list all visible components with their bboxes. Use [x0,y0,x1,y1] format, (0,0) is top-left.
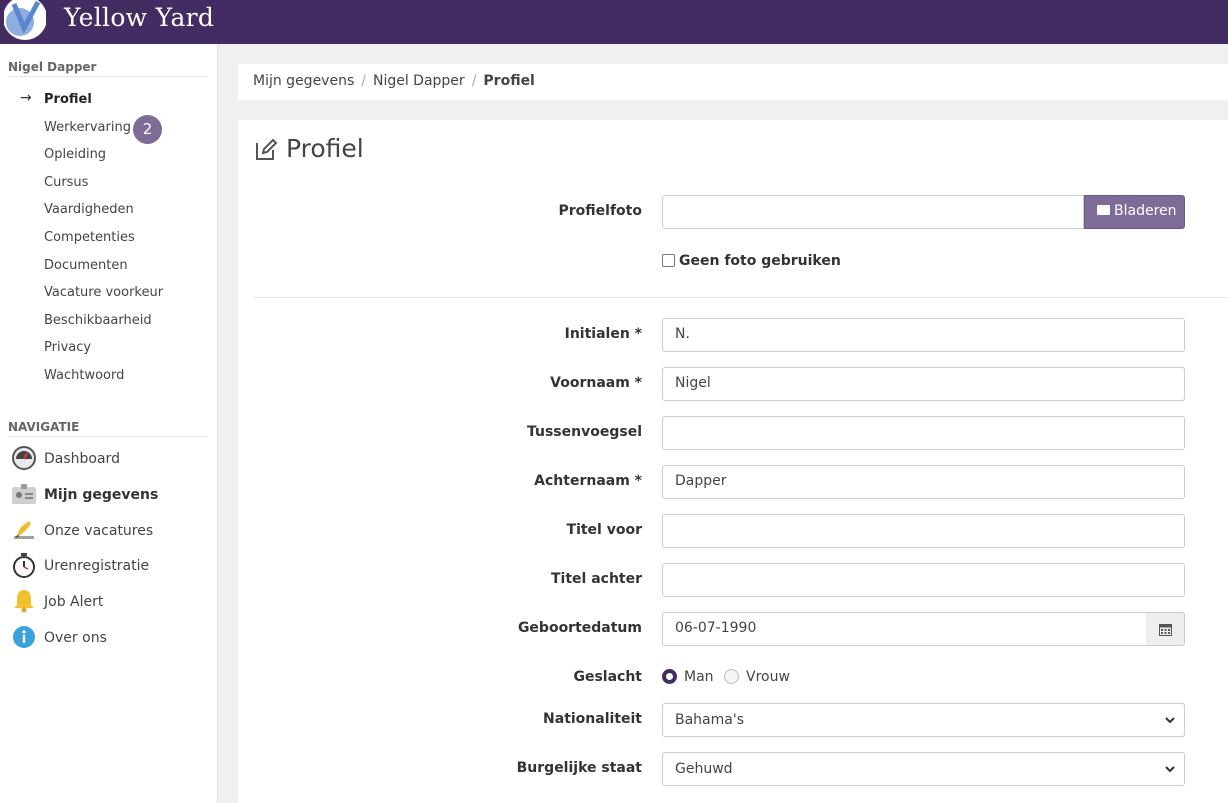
breadcrumb-nigel-dapper[interactable]: Nigel Dapper [373,73,465,89]
sidebar-item-competenties[interactable]: Competenties [44,230,135,245]
profile-photo-label: Profielfoto [558,203,642,219]
folder-icon [1097,205,1110,215]
gender-radio-man[interactable] [662,669,677,684]
calendar-button[interactable] [1146,612,1185,646]
sidebar-item-profiel[interactable]: Profiel [44,92,92,107]
nationality-select[interactable]: Bahama's [662,703,1185,737]
title-after-input[interactable] [662,563,1185,597]
sidebar-item-documenten[interactable]: Documenten [44,258,128,273]
nav-item-over-ons[interactable]: Over ons [44,630,107,646]
breadcrumb: Mijn gegevens / Nigel Dapper / Profiel [238,64,1228,100]
initials-label: Initialen * [564,326,642,342]
title-before-label: Titel voor [566,522,642,538]
nav-item-urenregistratie[interactable]: Urenregistratie [44,558,149,574]
no-photo-label: Geen foto gebruiken [679,253,841,269]
marital-status-label: Burgelijke staat [516,760,642,776]
sidebar-item-wachtwoord[interactable]: Wachtwoord [44,368,124,383]
gender-option-vrouw: Vrouw [746,669,790,685]
birth-date-label: Geboortedatum [517,620,642,636]
sidebar-item-privacy[interactable]: Privacy [44,340,91,355]
sidebar: Nigel Dapper → Profiel Werkervaring 2 Op… [0,44,218,803]
page-title: Profiel [286,134,364,163]
sidebar-item-opleiding[interactable]: Opleiding [44,147,106,162]
infix-input[interactable] [662,416,1185,450]
gender-option-man: Man [684,669,714,685]
browse-button[interactable]: Bladeren [1084,195,1185,229]
nationality-label: Nationaliteit [543,711,642,727]
title-before-input[interactable] [662,514,1185,548]
info-icon [13,626,35,648]
sidebar-nav-heading: NAVIGATIE [8,420,208,437]
stopwatch-icon [13,553,35,578]
sidebar-item-werkervaring[interactable]: Werkervaring [44,120,131,135]
sidebar-user-heading: Nigel Dapper [8,60,208,77]
bell-icon [14,590,34,613]
active-arrow-icon: → [20,90,32,106]
sidebar-item-vacature-voorkeur[interactable]: Vacature voorkeur [44,285,163,300]
gender-label: Geslacht [573,669,642,685]
last-name-label: Achternaam * [534,473,642,489]
title-after-label: Titel achter [550,571,642,587]
birth-date-input[interactable]: 06-07-1990 [662,612,1147,646]
sidebar-item-beschikbaarheid[interactable]: Beschikbaarheid [44,313,152,328]
browse-button-label: Bladeren [1114,203,1177,219]
pen-icon [14,521,34,539]
id-card-icon [12,484,36,504]
first-name-input[interactable]: Nigel [662,367,1185,401]
nav-item-mijn-gegevens[interactable]: Mijn gegevens [44,487,158,503]
last-name-input[interactable]: Dapper [662,465,1185,499]
breadcrumb-current: Profiel [483,73,535,89]
breadcrumb-separator: / [361,73,366,89]
nav-item-job-alert[interactable]: Job Alert [44,594,103,610]
dashboard-gauge-icon [12,446,36,470]
profile-photo-input[interactable] [662,195,1084,229]
breadcrumb-separator: / [471,73,477,89]
gender-radio-vrouw[interactable] [724,669,739,684]
top-bar: Yellow Yard [0,0,1228,44]
sidebar-item-vaardigheden[interactable]: Vaardigheden [44,202,134,217]
breadcrumb-mijn-gegevens[interactable]: Mijn gegevens [253,73,354,89]
initials-input[interactable]: N. [662,318,1185,352]
sidebar-item-cursus[interactable]: Cursus [44,175,88,190]
section-divider [254,297,1228,298]
nationality-selected-value: Bahama's [675,712,744,728]
no-photo-checkbox[interactable] [662,254,675,267]
infix-label: Tussenvoegsel [527,424,642,440]
calendar-icon [1159,624,1172,636]
nav-item-dashboard[interactable]: Dashboard [44,451,120,467]
marital-status-select[interactable]: Gehuwd [662,752,1185,786]
werkervaring-count-badge: 2 [133,115,162,144]
marital-status-selected-value: Gehuwd [675,761,733,777]
chevron-down-icon [1165,766,1175,773]
first-name-label: Voornaam * [550,375,642,391]
brand-name[interactable]: Yellow Yard [64,3,214,32]
edit-icon [256,138,278,160]
nav-item-onze-vacatures[interactable]: Onze vacatures [44,523,153,539]
yellow-yard-logo-icon[interactable] [4,0,46,42]
chevron-down-icon [1165,717,1175,724]
profile-panel: Profiel Profielfoto Bladeren Geen foto g… [238,120,1228,803]
